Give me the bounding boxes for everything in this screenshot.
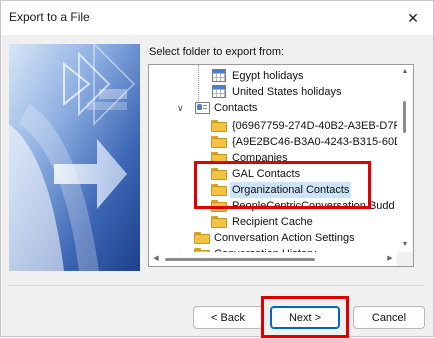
vertical-scroll-thumb[interactable]: [403, 101, 406, 133]
wizard-banner-image: [9, 44, 140, 271]
tree-item-label: Contacts: [214, 102, 258, 114]
cancel-button[interactable]: Cancel: [353, 306, 425, 329]
next-button[interactable]: Next >: [270, 306, 340, 329]
tree-item-peoplecentric-conversation[interactable]: PeopleCentricConversation Budd: [149, 198, 398, 214]
tree-item-organizational-contacts[interactable]: Organizational Contacts: [149, 182, 398, 198]
tree-item-gal-contacts[interactable]: GAL Contacts: [149, 166, 398, 182]
tree-item-label: PeopleCentricConversation Budd: [232, 200, 395, 212]
tree-item-contacts[interactable]: ∨ Contacts: [149, 100, 398, 116]
tree-item-folder-a9e2bc46[interactable]: {A9E2BC46-B3A0-4243-B315-60D9: [149, 134, 398, 150]
tree-item-label: {A9E2BC46-B3A0-4243-B315-60D9: [232, 136, 398, 148]
folder-icon: [211, 215, 228, 229]
calendar-icon: [211, 69, 228, 83]
tree-item-label: Companies: [232, 152, 288, 164]
tree-item-companies[interactable]: Companies: [149, 150, 398, 166]
next-button-label: Next >: [288, 311, 322, 324]
tree-item-conversation-action-settings[interactable]: Conversation Action Settings: [149, 230, 398, 246]
tree-item-label: GAL Contacts: [232, 168, 301, 180]
vertical-scrollbar[interactable]: ▲ ▼: [397, 65, 413, 266]
folder-icon: [211, 135, 228, 149]
title-bar: Export to a File ✕: [1, 1, 433, 35]
scroll-right-icon[interactable]: ▶: [383, 252, 397, 266]
window-title: Export to a File: [9, 10, 90, 24]
collapse-chevron-icon[interactable]: ∨: [177, 103, 187, 113]
tree-item-label: Recipient Cache: [232, 216, 313, 228]
tree-item-label: Conversation Action Settings: [214, 232, 355, 244]
back-button[interactable]: < Back: [193, 306, 263, 329]
cancel-button-label: Cancel: [371, 311, 407, 324]
close-icon: ✕: [407, 9, 419, 26]
tree-item-folder-06967759[interactable]: {06967759-274D-40B2-A3EB-D7F9: [149, 118, 398, 134]
folder-icon: [211, 199, 228, 213]
calendar-icon: [211, 85, 228, 99]
scrollbar-corner: [397, 252, 413, 266]
folder-icon: [211, 167, 228, 181]
export-dialog: Export to a File ✕ Select folder to expo…: [0, 0, 434, 338]
horizontal-scroll-thumb[interactable]: [165, 258, 315, 261]
folder-prompt-label: Select folder to export from:: [149, 46, 285, 58]
folder-icon: [211, 183, 228, 197]
tree-item-united-states-holidays[interactable]: United States holidays: [149, 84, 398, 100]
footer-divider: [9, 285, 425, 286]
back-button-label: < Back: [211, 311, 245, 324]
folder-icon: [211, 151, 228, 165]
folder-icon: [211, 119, 228, 133]
folder-icon: [194, 231, 211, 245]
close-button[interactable]: ✕: [393, 1, 433, 35]
tree-item-recipient-cache[interactable]: Recipient Cache: [149, 214, 398, 230]
scroll-left-icon[interactable]: ◀: [149, 252, 163, 266]
tree-item-label: Organizational Contacts: [230, 182, 352, 198]
scroll-up-icon[interactable]: ▲: [397, 65, 413, 79]
scroll-down-icon[interactable]: ▼: [397, 238, 413, 252]
wizard-banner-graphic: [9, 44, 140, 271]
horizontal-scrollbar[interactable]: ◀ ▶: [149, 252, 413, 266]
tree-item-label: {06967759-274D-40B2-A3EB-D7F9: [232, 120, 398, 132]
folder-tree[interactable]: Egypt holidays United States holidays ∨ …: [148, 64, 414, 267]
contacts-icon: [194, 101, 211, 115]
tree-item-egypt-holidays[interactable]: Egypt holidays: [149, 68, 398, 84]
folder-tree-viewport: Egypt holidays United States holidays ∨ …: [149, 65, 398, 266]
tree-item-label: Egypt holidays: [232, 70, 304, 82]
tree-item-label: United States holidays: [232, 86, 342, 98]
